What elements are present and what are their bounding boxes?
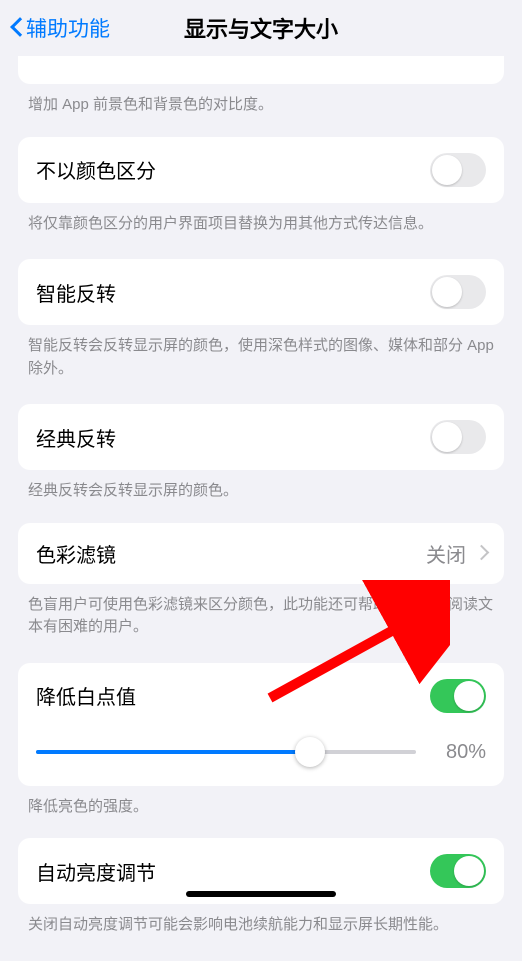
differentiate-toggle[interactable] <box>430 153 486 187</box>
slider-thumb[interactable] <box>295 737 325 767</box>
reduce-white-slider[interactable] <box>36 750 416 754</box>
classic-invert-hint: 经典反转会反转显示屏的颜色。 <box>0 470 522 523</box>
color-filters-label: 色彩滤镜 <box>36 539 116 568</box>
auto-brightness-toggle[interactable] <box>430 854 486 888</box>
classic-invert-cell[interactable]: 经典反转 <box>18 404 504 470</box>
classic-invert-label: 经典反转 <box>36 423 116 452</box>
reduce-white-block: 降低白点值 80% <box>18 663 504 786</box>
contrast-hint: 增加 App 前景色和背景色的对比度。 <box>0 84 522 137</box>
color-filters-value: 关闭 <box>426 539 466 568</box>
reduce-white-percent: 80% <box>432 741 486 764</box>
back-button[interactable]: 辅助功能 <box>10 13 110 43</box>
color-filters-cell[interactable]: 色彩滤镜 关闭 <box>18 523 504 584</box>
reduce-white-label: 降低白点值 <box>36 681 136 710</box>
differentiate-label: 不以颜色区分 <box>36 155 156 184</box>
differentiate-cell[interactable]: 不以颜色区分 <box>18 137 504 203</box>
color-filters-hint: 色盲用户可使用色彩滤镜来区分颜色，此功能还可帮助在屏幕上阅读文本有困难的用户。 <box>0 584 522 663</box>
reduce-white-hint: 降低亮色的强度。 <box>0 786 522 839</box>
auto-brightness-hint: 关闭自动亮度调节可能会影响电池续航能力和显示屏长期性能。 <box>0 904 522 961</box>
reduce-white-toggle[interactable] <box>430 679 486 713</box>
smart-invert-hint: 智能反转会反转显示屏的颜色，使用深色样式的图像、媒体和部分 App 除外。 <box>0 325 522 404</box>
page-title: 显示与文字大小 <box>184 12 338 44</box>
smart-invert-label: 智能反转 <box>36 278 116 307</box>
differentiate-hint: 将仅靠颜色区分的用户界面项目替换为用其他方式传达信息。 <box>0 203 522 260</box>
auto-brightness-label: 自动亮度调节 <box>36 857 156 886</box>
smart-invert-cell[interactable]: 智能反转 <box>18 259 504 325</box>
back-label: 辅助功能 <box>26 13 110 43</box>
home-indicator[interactable] <box>186 891 336 897</box>
smart-invert-toggle[interactable] <box>430 275 486 309</box>
classic-invert-toggle[interactable] <box>430 420 486 454</box>
chevron-left-icon <box>10 16 24 40</box>
contrast-cell-partial <box>18 56 504 84</box>
chevron-right-icon <box>476 545 486 561</box>
